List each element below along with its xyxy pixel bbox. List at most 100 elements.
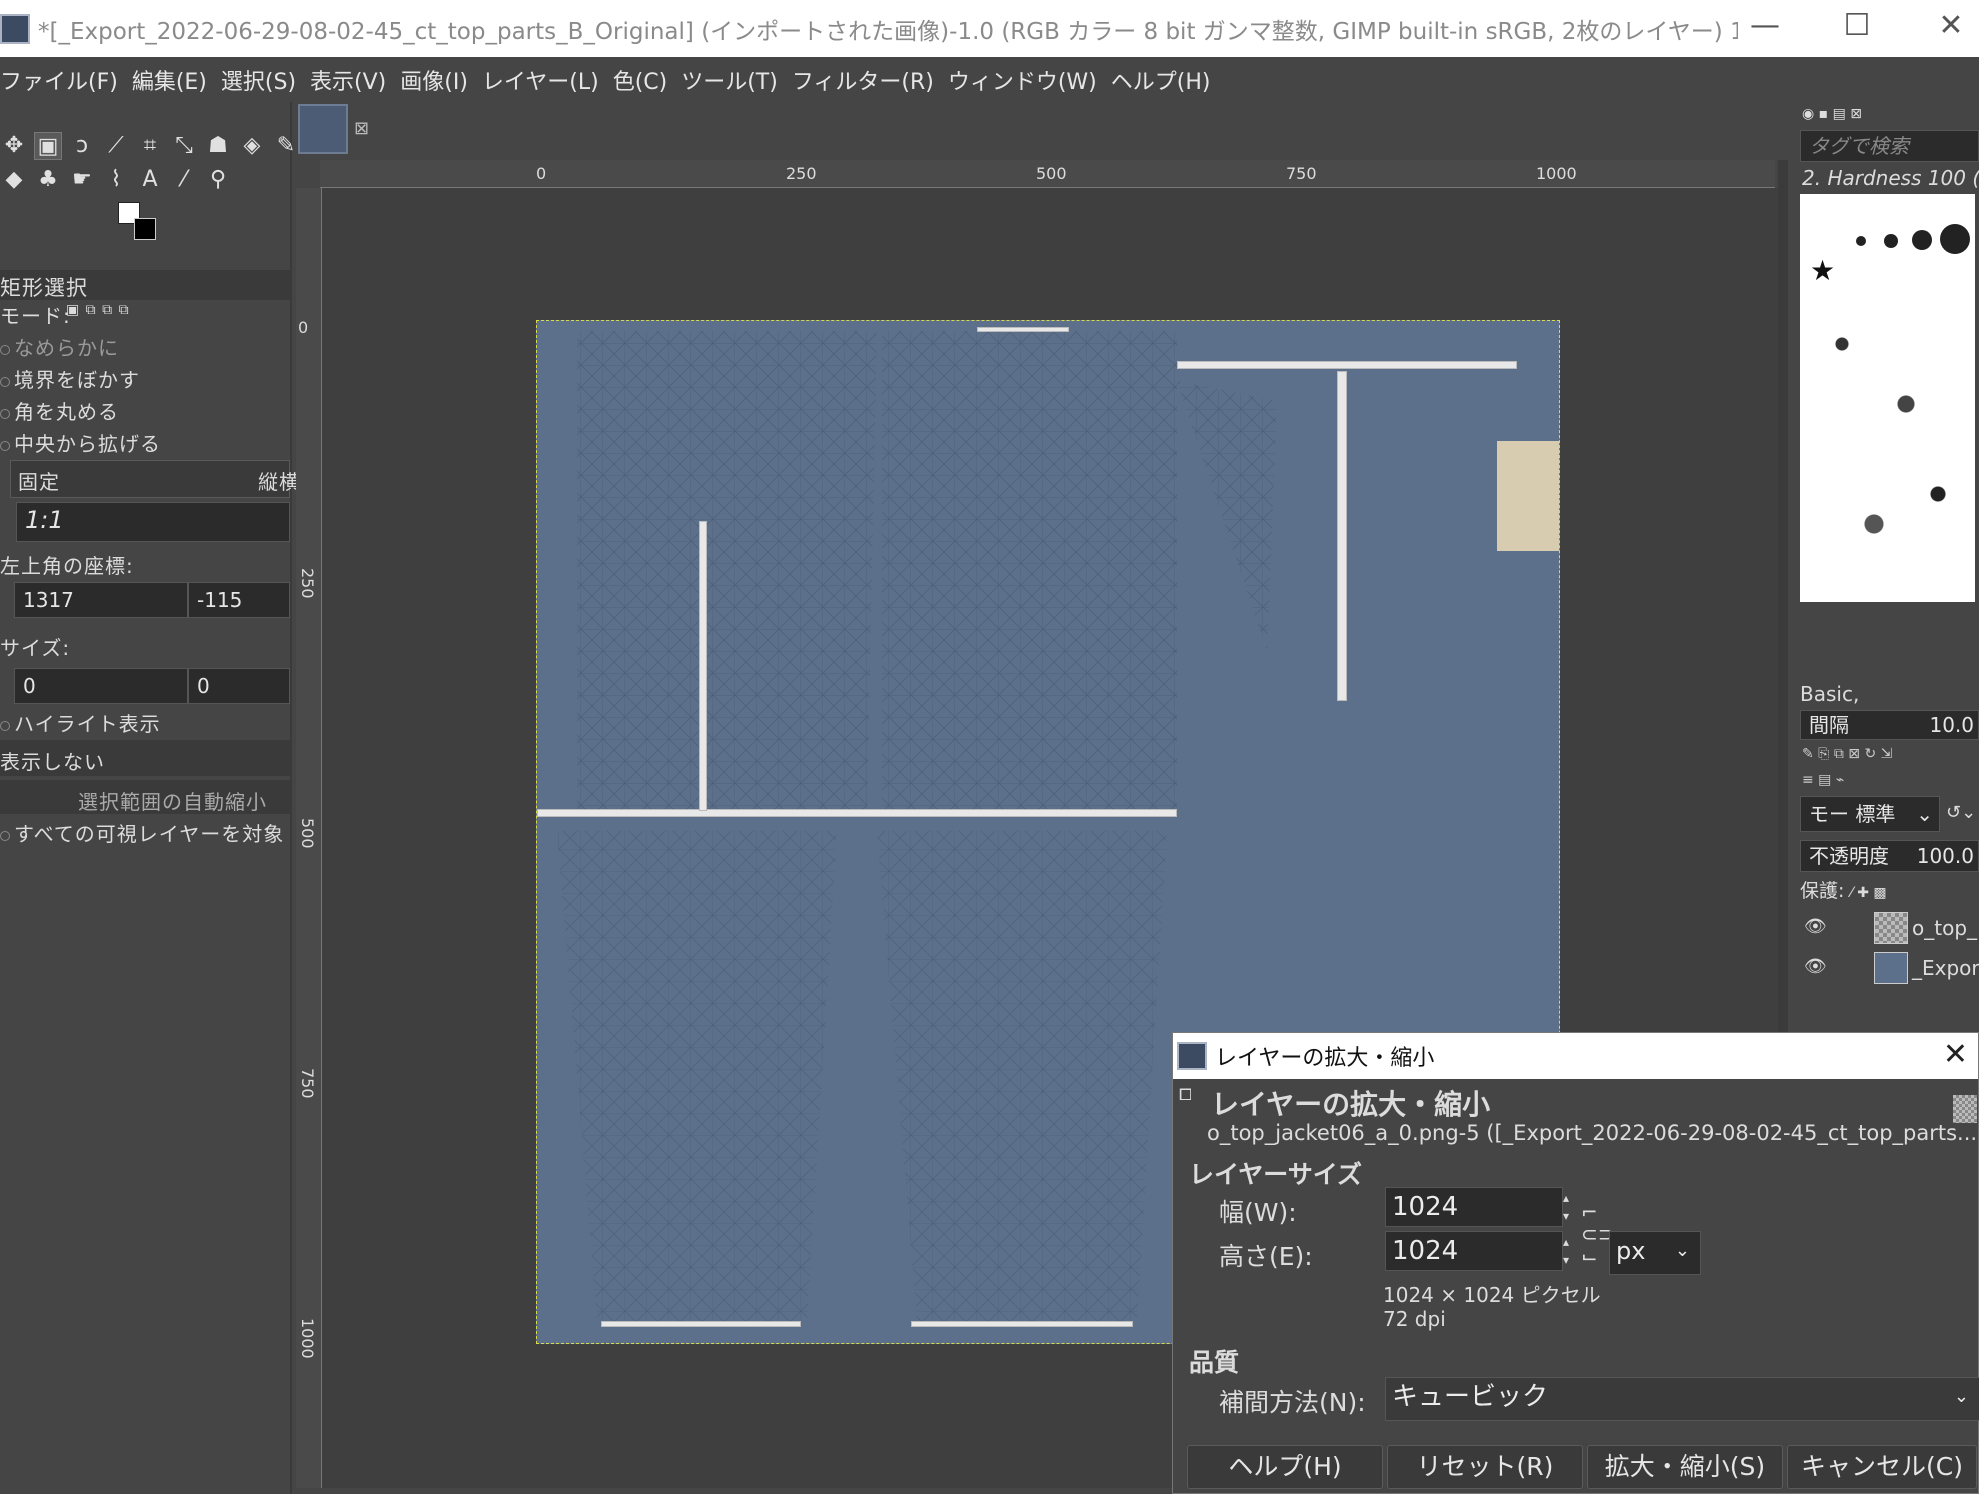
smooth-checkbox[interactable]: なめらかに	[0, 332, 119, 361]
composite-mode-icon[interactable]: ↺⌄	[1946, 802, 1976, 823]
reset-button[interactable]: リセット(R)	[1387, 1445, 1583, 1489]
zoom-tool-icon[interactable]: ⚲	[204, 166, 232, 194]
menu-help[interactable]: ヘルプ(H)	[1111, 64, 1211, 96]
paintbrush-tool-icon[interactable]: ✎	[272, 132, 300, 160]
brush-item[interactable]	[1856, 236, 1866, 246]
height-input[interactable]: 1024	[1385, 1231, 1563, 1271]
menu-select[interactable]: 選択(S)	[221, 64, 296, 96]
layer-row[interactable]: 👁 _Expor	[1796, 948, 1979, 988]
layer-mode-dropdown[interactable]: モー 標準 ⌄	[1800, 796, 1940, 832]
brush-item[interactable]	[1810, 284, 1970, 584]
unit-dropdown[interactable]: px ⌄	[1609, 1231, 1701, 1275]
dpi-readout: 72 dpi	[1383, 1307, 1446, 1331]
layer-row[interactable]: 👁 o_top_	[1796, 908, 1979, 948]
menu-colors[interactable]: 色(C)	[613, 64, 668, 96]
clone-tool-icon[interactable]: ♣	[34, 166, 62, 194]
brush-spacing-field[interactable]: 間隔 10.0	[1800, 710, 1979, 740]
text-tool-icon[interactable]: A	[136, 166, 164, 194]
position-y-input[interactable]: -115	[188, 582, 290, 618]
feather-checkbox[interactable]: 境界をぼかす	[0, 364, 140, 393]
height-spinner[interactable]: ▴ ▾	[1563, 1233, 1569, 1269]
menu-edit[interactable]: 編集(E)	[132, 64, 207, 96]
brush-item[interactable]	[1884, 234, 1898, 248]
bucket-fill-tool-icon[interactable]: ◈	[238, 132, 266, 160]
fg-bg-color-swatch[interactable]	[118, 202, 160, 242]
lock-icons[interactable]: ⁄ ✚ ▩	[1850, 885, 1886, 901]
chevron-down-icon: ⌄	[1674, 1240, 1690, 1261]
layer-thumbnail	[1874, 912, 1908, 944]
uv-seam	[977, 327, 1069, 332]
interpolation-value: キュービック	[1392, 1382, 1549, 1412]
transform-tool-icon[interactable]: ⤡	[170, 132, 198, 160]
size-pixels-readout: 1024 × 1024 ピクセル	[1383, 1283, 1601, 1307]
interpolation-label: 補間方法(N):	[1219, 1388, 1366, 1417]
fixed-mode-value[interactable]: 縦横	[258, 466, 300, 495]
eye-icon[interactable]: 👁	[1804, 956, 1827, 977]
lock-label: 保護:	[1800, 880, 1845, 902]
menu-view[interactable]: 表示(V)	[310, 64, 386, 96]
brush-action-icons[interactable]: ✎ ⎘ ⧉ ⊠ ↻ ⇲	[1802, 746, 1892, 762]
cancel-button[interactable]: キャンセル(C)	[1787, 1445, 1977, 1489]
round-corners-checkbox[interactable]: 角を丸める	[0, 396, 119, 425]
crop-tool-icon[interactable]: ⌗	[136, 132, 164, 160]
help-button[interactable]: ヘルプ(H)	[1187, 1445, 1383, 1489]
expand-center-checkbox[interactable]: 中央から拡げる	[0, 428, 161, 457]
all-layers-checkbox[interactable]: すべての可視レイヤーを対象	[0, 818, 284, 847]
smudge-tool-icon[interactable]: ☛	[68, 166, 96, 194]
star-brush-icon[interactable]: ★	[1810, 254, 1835, 287]
position-x-input[interactable]: 1317	[14, 582, 188, 618]
background-color[interactable]	[134, 218, 156, 240]
image-tab-close-icon[interactable]: ⊠	[354, 118, 369, 139]
width-spinner[interactable]: ▴ ▾	[1563, 1189, 1569, 1225]
maximize-button[interactable]: ☐	[1832, 8, 1882, 43]
move-tool-icon[interactable]: ✥	[0, 132, 28, 160]
interpolation-dropdown[interactable]: キュービック ⌄	[1385, 1377, 1979, 1421]
mode-buttons[interactable]: ▣ ⧉ ⧉ ⧉	[66, 302, 130, 318]
brush-grid[interactable]: ★	[1800, 194, 1975, 602]
eye-icon[interactable]: 👁	[1804, 916, 1827, 937]
warp-tool-icon[interactable]: ☗	[204, 132, 232, 160]
width-input[interactable]: 1024	[1385, 1187, 1563, 1227]
close-window-button[interactable]: ✕	[1926, 8, 1976, 43]
guides-value: 表示しない	[0, 750, 105, 774]
menu-filters[interactable]: フィルター(R)	[792, 64, 934, 96]
paths-tool-icon[interactable]: ⌇	[102, 166, 130, 194]
menu-windows[interactable]: ウィンドウ(W)	[948, 64, 1097, 96]
size-height-input[interactable]: 0	[188, 668, 290, 704]
menu-tools[interactable]: ツール(T)	[681, 64, 778, 96]
menu-layer[interactable]: レイヤー(L)	[482, 64, 599, 96]
image-tab-thumbnail[interactable]	[298, 104, 348, 154]
aspect-ratio-input[interactable]: 1:1	[16, 502, 290, 542]
dialog-close-button[interactable]: ✕	[1943, 1037, 1968, 1072]
size-width-input[interactable]: 0	[14, 668, 188, 704]
brush-tag-search-input[interactable]: タグで検索	[1800, 130, 1979, 162]
ruler-tick: 750	[298, 1068, 317, 1099]
auto-shrink-label: 選択範囲の自動縮小	[78, 790, 267, 814]
tool-options-title: 矩形選択	[0, 276, 88, 300]
scale-button[interactable]: 拡大・縮小(S)	[1587, 1445, 1783, 1489]
brushes-tab-icons[interactable]: ◉ ▪ ▤ ⊠	[1802, 106, 1862, 122]
ruler-tick: 500	[1036, 164, 1067, 183]
color-picker-tool-icon[interactable]: ⁄	[170, 166, 198, 194]
layers-tab-icons[interactable]: ≡ ▤ ⌁	[1802, 772, 1844, 788]
brush-preset-label: Basic,	[1800, 682, 1860, 706]
lasso-tool-icon[interactable]: ↄ	[68, 132, 96, 160]
menu-image[interactable]: 画像(I)	[400, 64, 468, 96]
fuzzy-select-tool-icon[interactable]: ⟋	[102, 132, 130, 160]
eraser-tool-icon[interactable]: ◆	[0, 166, 28, 194]
minimize-button[interactable]: —	[1740, 8, 1790, 43]
brush-item[interactable]	[1940, 224, 1970, 254]
smooth-label: なめらかに	[14, 336, 119, 360]
layer-opacity-field[interactable]: 不透明度 100.0	[1800, 840, 1979, 872]
uv-seam	[1177, 361, 1517, 369]
layer-mode-value: 標準	[1855, 802, 1896, 826]
rect-select-tool-icon[interactable]: ▣	[34, 132, 62, 160]
menu-bar: ファイル(F) 編集(E) 選択(S) 表示(V) 画像(I) レイヤー(L) …	[0, 57, 1979, 102]
chevron-down-icon: ⌄	[1916, 802, 1933, 826]
round-corners-label: 角を丸める	[14, 400, 119, 424]
layer-thumbnail	[1874, 952, 1908, 984]
brush-item[interactable]	[1912, 230, 1932, 250]
menu-file[interactable]: ファイル(F)	[0, 64, 118, 96]
highlight-checkbox[interactable]: ハイライト表示	[0, 708, 161, 737]
uv-seam	[1337, 371, 1347, 701]
